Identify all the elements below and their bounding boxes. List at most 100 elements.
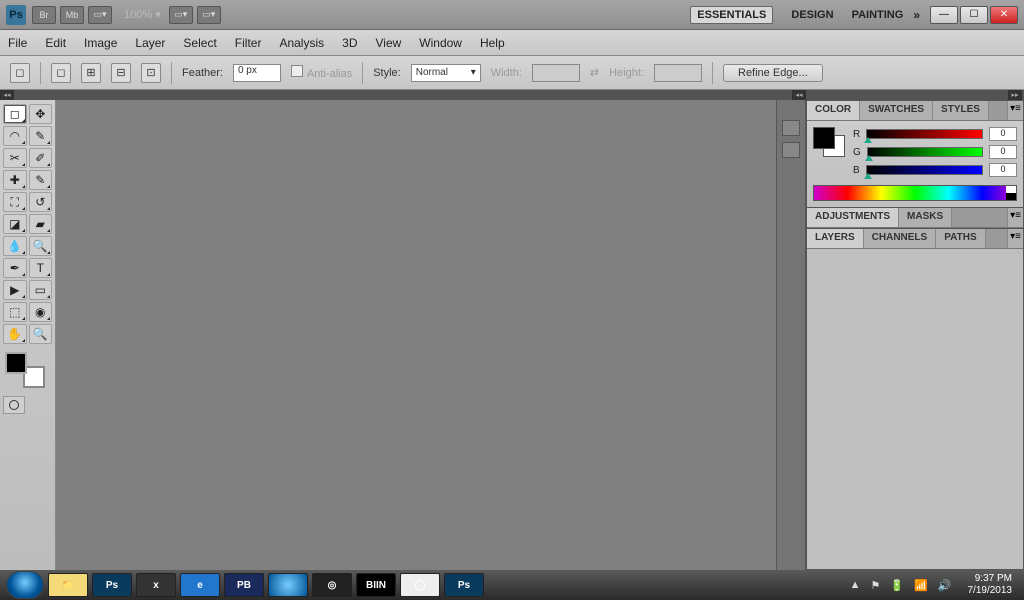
taskbar-app-0[interactable]: 📁 xyxy=(48,573,88,597)
start-button[interactable] xyxy=(6,571,44,599)
tab-swatches[interactable]: SWATCHES xyxy=(860,101,933,120)
right-collapse-handle[interactable]: ▸▸ xyxy=(1008,90,1022,100)
left-collapse-handle[interactable]: ◂◂ xyxy=(0,90,14,100)
menu-filter[interactable]: Filter xyxy=(235,36,262,50)
workspace-painting[interactable]: PAINTING xyxy=(852,9,904,21)
3d-camera-tool[interactable]: ◉ xyxy=(29,302,53,322)
arrange-button[interactable]: ▭▾ xyxy=(169,6,193,24)
zoom-tool[interactable]: 🔍 xyxy=(29,324,53,344)
taskbar-app-1[interactable]: Ps xyxy=(92,573,132,597)
marquee-tool[interactable]: ◻ xyxy=(3,104,27,124)
width-label: Width: xyxy=(491,67,522,79)
tray-volume-icon[interactable]: 🔊 xyxy=(938,579,952,592)
maximize-button[interactable]: ☐ xyxy=(960,6,988,24)
healing-tool[interactable]: ✚ xyxy=(3,170,27,190)
dodge-tool[interactable]: 🔍 xyxy=(29,236,53,256)
taskbar-clock[interactable]: 9:37 PM 7/19/2013 xyxy=(962,573,1019,597)
menu-window[interactable]: Window xyxy=(419,36,462,50)
pen-tool[interactable]: ✒ xyxy=(3,258,27,278)
feather-input[interactable]: 0 px xyxy=(233,64,281,82)
crop-tool[interactable]: ✂ xyxy=(3,148,27,168)
screenmode-button[interactable]: ▭▾ xyxy=(197,6,221,24)
canvas-area[interactable] xyxy=(56,100,776,570)
stamp-tool[interactable]: ⛶ xyxy=(3,192,27,212)
tab-channels[interactable]: CHANNELS xyxy=(864,229,937,248)
dock-icon-1[interactable] xyxy=(782,120,800,136)
workspace-more-icon[interactable]: » xyxy=(913,8,920,22)
adjustments-panel-menu[interactable]: ▾≡ xyxy=(1007,208,1023,227)
menu-file[interactable]: File xyxy=(8,36,27,50)
menu-view[interactable]: View xyxy=(375,36,401,50)
tray-flag-icon[interactable]: ⚑ xyxy=(871,579,881,592)
b-slider[interactable] xyxy=(866,165,983,175)
tab-layers[interactable]: LAYERS xyxy=(807,229,864,248)
menu-help[interactable]: Help xyxy=(480,36,505,50)
tab-masks[interactable]: MASKS xyxy=(899,208,952,227)
b-value[interactable]: 0 xyxy=(989,163,1017,177)
lasso-tool[interactable]: ◠ xyxy=(3,126,27,146)
blur-tool[interactable]: 💧 xyxy=(3,236,27,256)
r-slider[interactable] xyxy=(866,129,983,139)
color-swatches[interactable] xyxy=(3,352,47,388)
tab-color[interactable]: COLOR xyxy=(807,101,860,120)
mid-collapse-handle[interactable]: ◂◂ xyxy=(792,90,806,100)
panel-color-swatch[interactable] xyxy=(813,127,845,157)
minibridge-button[interactable]: Mb xyxy=(60,6,84,24)
taskbar-app-6[interactable]: ◎ xyxy=(312,573,352,597)
viewextras-button[interactable]: ▭▾ xyxy=(88,6,112,24)
taskbar-app-3[interactable]: e xyxy=(180,573,220,597)
move-tool[interactable]: ✥ xyxy=(29,104,53,124)
new-selection-icon[interactable]: ◻ xyxy=(51,63,71,83)
hand-tool[interactable]: ✋ xyxy=(3,324,27,344)
history-brush-tool[interactable]: ↺ xyxy=(29,192,53,212)
taskbar-app-4[interactable]: PB xyxy=(224,573,264,597)
zoom-level[interactable]: 100% ▾ xyxy=(124,8,161,21)
shape-tool[interactable]: ▭ xyxy=(29,280,53,300)
quickmask-button[interactable] xyxy=(3,396,25,414)
brush-tool[interactable]: ✎ xyxy=(29,170,53,190)
taskbar-app-7[interactable]: BIIN xyxy=(356,573,396,597)
layers-panel-menu[interactable]: ▾≡ xyxy=(1007,229,1023,248)
menu-edit[interactable]: Edit xyxy=(45,36,66,50)
g-value[interactable]: 0 xyxy=(989,145,1017,159)
menu-select[interactable]: Select xyxy=(183,36,216,50)
bridge-button[interactable]: Br xyxy=(32,6,56,24)
tab-paths[interactable]: PATHS xyxy=(936,229,985,248)
taskbar-app-5[interactable] xyxy=(268,573,308,597)
type-tool[interactable]: T xyxy=(29,258,53,278)
menu-analysis[interactable]: Analysis xyxy=(279,36,324,50)
tray-network-icon[interactable]: 📶 xyxy=(914,579,928,592)
gradient-tool[interactable]: ▰ xyxy=(29,214,53,234)
intersect-selection-icon[interactable]: ⊡ xyxy=(141,63,161,83)
quickselect-tool[interactable]: ✎ xyxy=(29,126,53,146)
subtract-selection-icon[interactable]: ⊟ xyxy=(111,63,131,83)
color-panel-menu[interactable]: ▾≡ xyxy=(1007,101,1023,120)
path-select-tool[interactable]: ▶ xyxy=(3,280,27,300)
dock-icon-2[interactable] xyxy=(782,142,800,158)
r-value[interactable]: 0 xyxy=(989,127,1017,141)
current-tool-icon[interactable]: ◻ xyxy=(10,63,30,83)
layers-body[interactable] xyxy=(807,249,1023,569)
tab-adjustments[interactable]: ADJUSTMENTS xyxy=(807,208,899,227)
3d-tool[interactable]: ⬚ xyxy=(3,302,27,322)
refine-edge-button[interactable]: Refine Edge... xyxy=(723,64,823,82)
add-selection-icon[interactable]: ⊞ xyxy=(81,63,101,83)
tab-styles[interactable]: STYLES xyxy=(933,101,989,120)
spectrum-picker[interactable] xyxy=(813,185,1017,201)
eyedropper-tool[interactable]: ✐ xyxy=(29,148,53,168)
minimize-button[interactable]: — xyxy=(930,6,958,24)
taskbar-app-8[interactable]: ◯ xyxy=(400,573,440,597)
tray-battery-icon[interactable]: 🔋 xyxy=(890,579,904,592)
eraser-tool[interactable]: ◪ xyxy=(3,214,27,234)
menu-3d[interactable]: 3D xyxy=(342,36,357,50)
taskbar-app-2[interactable]: x xyxy=(136,573,176,597)
g-slider[interactable] xyxy=(867,147,983,157)
close-button[interactable]: ✕ xyxy=(990,6,1018,24)
tray-showhidden-icon[interactable]: ▲ xyxy=(850,579,861,591)
menu-layer[interactable]: Layer xyxy=(135,36,165,50)
taskbar-app-9[interactable]: Ps xyxy=(444,573,484,597)
menu-image[interactable]: Image xyxy=(84,36,117,50)
workspace-essentials[interactable]: ESSENTIALS xyxy=(690,6,773,24)
workspace-design[interactable]: DESIGN xyxy=(791,9,833,21)
style-select[interactable]: Normal▾ xyxy=(411,64,481,82)
